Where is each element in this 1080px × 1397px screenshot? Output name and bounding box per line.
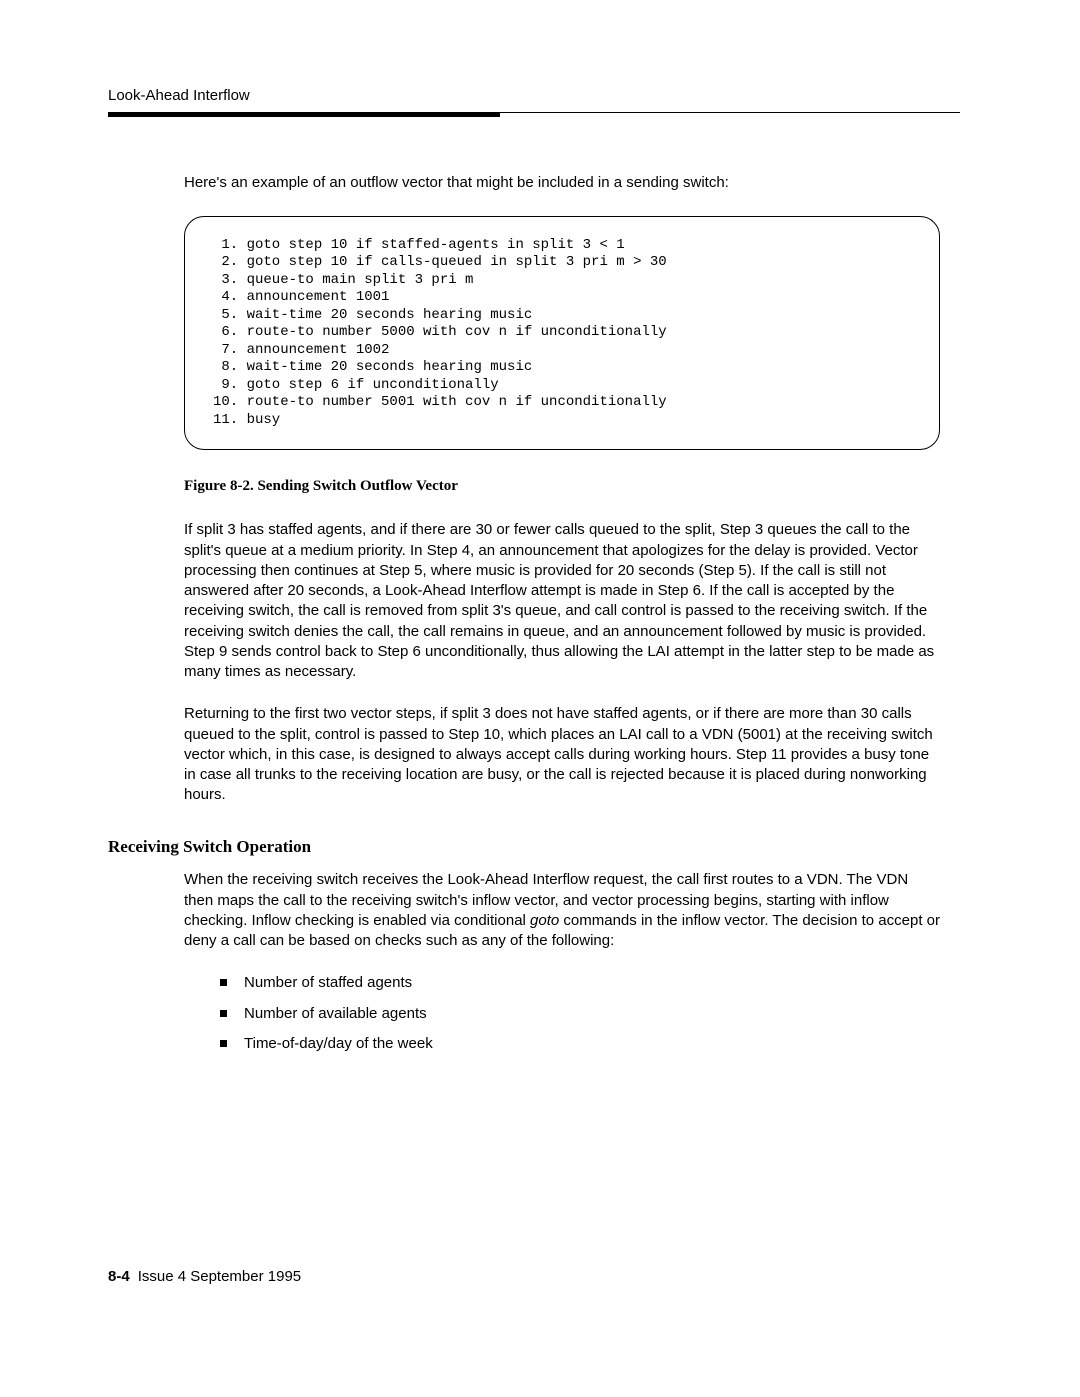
vector-code: 1. goto step 10 if staffed-agents in spl… [213,237,911,430]
explanation-paragraph-2: Returning to the first two vector steps,… [184,704,940,805]
receiving-paragraph: When the receiving switch receives the L… [184,870,940,951]
list-item: Time-of-day/day of the week [224,1034,940,1054]
goto-italic: goto [530,912,559,929]
bullet-text: Number of staffed agents [244,974,412,991]
page-number: 8-4 [108,1268,130,1285]
page: Look-Ahead Interflow Here's an example o… [0,0,1080,1397]
body-column-2: When the receiving switch receives the L… [184,870,940,1054]
bullet-text: Number of available agents [244,1005,427,1022]
issue-info: Issue 4 September 1995 [138,1268,301,1285]
list-item: Number of staffed agents [224,973,940,993]
checks-bullet-list: Number of staffed agents Number of avail… [184,973,940,1054]
bullet-text: Time-of-day/day of the week [244,1035,433,1052]
body-column: Here's an example of an outflow vector t… [184,173,940,805]
explanation-paragraph-1: If split 3 has staffed agents, and if th… [184,520,940,682]
intro-paragraph: Here's an example of an outflow vector t… [184,173,940,193]
figure-caption: Figure 8-2. Sending Switch Outflow Vecto… [184,476,940,496]
section-heading-receiving: Receiving Switch Operation [108,836,960,859]
list-item: Number of available agents [224,1004,940,1024]
running-head: Look-Ahead Interflow [108,86,960,106]
vector-code-box: 1. goto step 10 if staffed-agents in spl… [184,216,940,451]
thick-rule [108,113,500,117]
page-footer: 8-4 Issue 4 September 1995 [108,1267,301,1287]
